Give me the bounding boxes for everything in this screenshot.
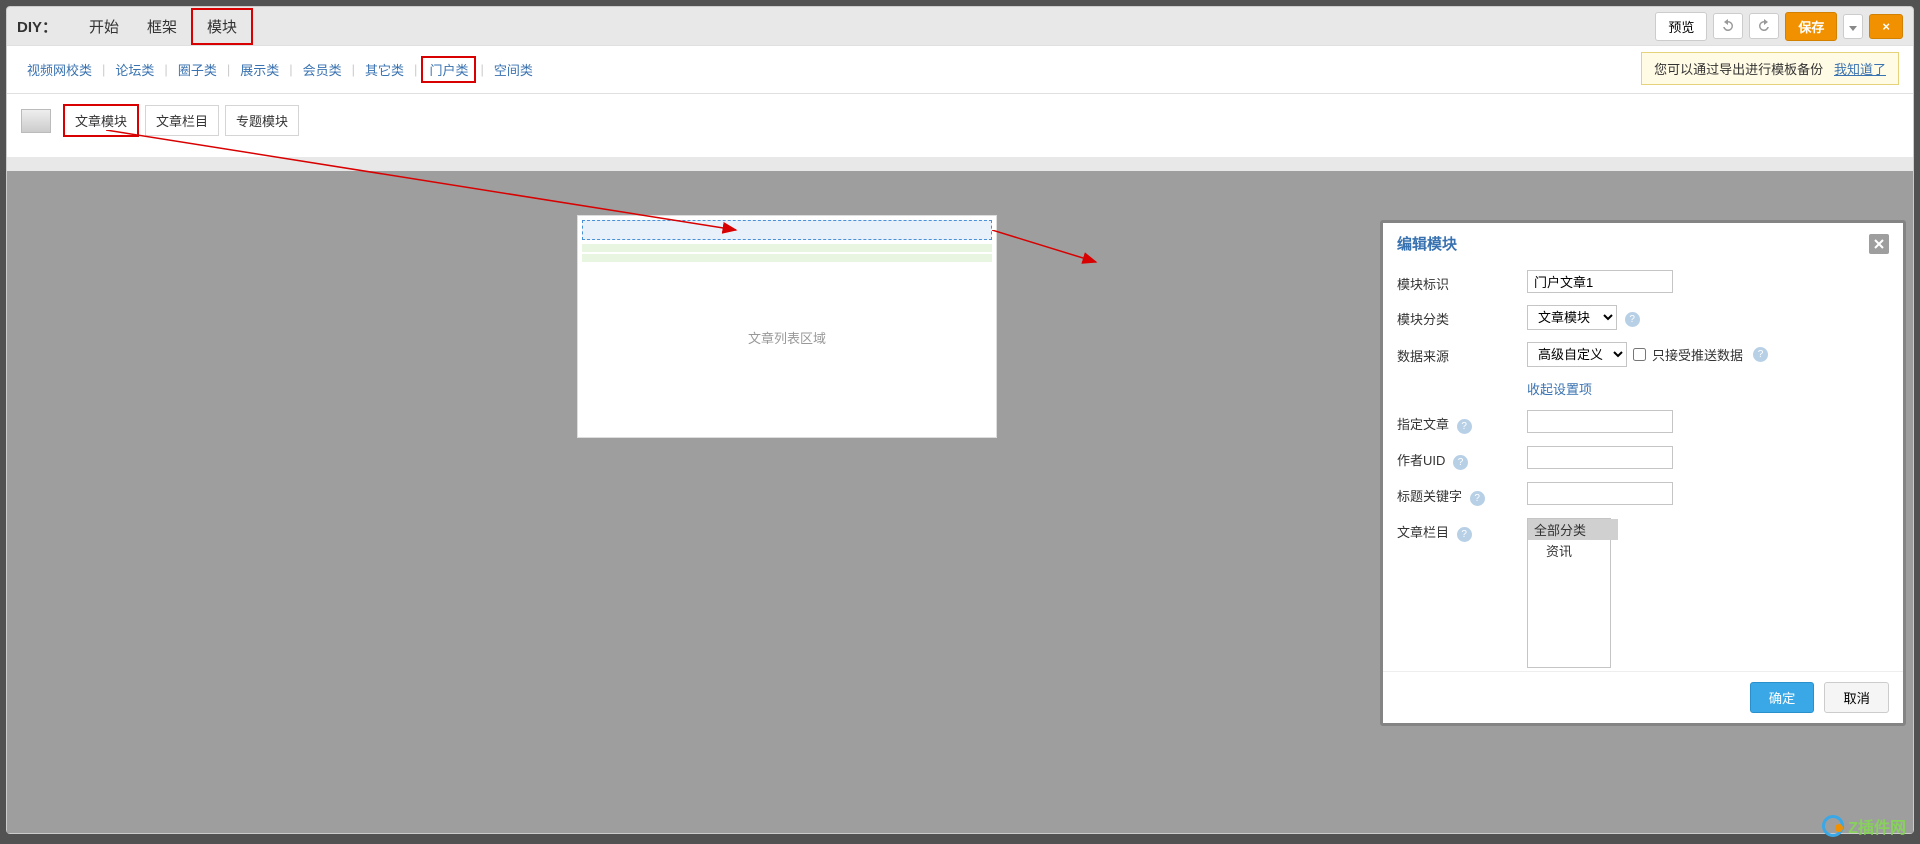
help-icon[interactable]: ? <box>1470 491 1485 506</box>
redo-button[interactable] <box>1749 13 1779 39</box>
toolbar-right: 预览 保存 × <box>1655 12 1903 41</box>
undo-button[interactable] <box>1713 13 1743 39</box>
submodule-article-column[interactable]: 文章栏目 <box>145 105 219 136</box>
cat-space[interactable]: 空间类 <box>488 58 539 81</box>
label-specify-article: 指定文章 ? <box>1397 410 1527 434</box>
cat-forum[interactable]: 论坛类 <box>109 58 160 81</box>
dialog-footer: 确定 取消 <box>1383 671 1903 723</box>
listbox-article-column[interactable]: 全部分类 资讯 <box>1527 518 1611 668</box>
dialog-ok-button[interactable]: 确定 <box>1750 682 1815 713</box>
close-button[interactable]: × <box>1869 14 1903 39</box>
submodule-special[interactable]: 专题模块 <box>225 105 299 136</box>
help-icon[interactable]: ? <box>1625 312 1640 327</box>
diy-label: DIY： <box>17 16 57 37</box>
submodule-article[interactable]: 文章模块 <box>63 104 139 137</box>
preview-button[interactable]: 预览 <box>1655 12 1707 41</box>
label-title-keyword: 标题关键字 ? <box>1397 482 1527 506</box>
input-module-id[interactable] <box>1527 270 1673 293</box>
cat-other[interactable]: 其它类 <box>359 58 410 81</box>
cat-video-school[interactable]: 视频网校类 <box>21 58 98 81</box>
select-module-cat[interactable]: 文章模块 <box>1527 305 1617 330</box>
drop-region[interactable]: 文章列表区域 <box>577 215 997 438</box>
undo-icon <box>1721 19 1735 33</box>
dialog-cancel-button[interactable]: 取消 <box>1824 682 1889 713</box>
chevron-down-icon <box>1849 26 1857 31</box>
drop-body-label: 文章列表区域 <box>578 264 996 437</box>
label-module-id: 模块标识 <box>1397 270 1527 293</box>
dialog-body: 模块标识 模块分类 文章模块 ? 数据来源 高级自定义 只接受推送数据 ? <box>1383 264 1903 671</box>
dialog-close-button[interactable] <box>1869 234 1889 254</box>
label-author-uid: 作者UID ? <box>1397 446 1527 470</box>
drop-bar-2 <box>582 254 992 262</box>
input-author-uid[interactable] <box>1527 446 1673 469</box>
cat-circle[interactable]: 圈子类 <box>172 58 223 81</box>
cat-display[interactable]: 展示类 <box>234 58 285 81</box>
watermark: Z插件网 <box>1822 814 1906 838</box>
help-icon[interactable]: ? <box>1753 347 1768 362</box>
save-button[interactable]: 保存 <box>1785 12 1837 41</box>
checkbox-push-only[interactable] <box>1633 348 1646 361</box>
label-data-source: 数据来源 <box>1397 342 1527 365</box>
label-article-column: 文章栏目 ? <box>1397 518 1527 542</box>
save-dropdown[interactable] <box>1843 14 1863 39</box>
input-specify-article[interactable] <box>1527 410 1673 433</box>
tab-module[interactable]: 模块 <box>191 8 253 45</box>
help-icon[interactable]: ? <box>1457 527 1472 542</box>
dialog-title: 编辑模块 <box>1397 233 1457 254</box>
category-bar: 视频网校类| 论坛类| 圈子类| 展示类| 会员类| 其它类| 门户类| 空间类… <box>7 45 1913 94</box>
backup-tip-text: 您可以通过导出进行模板备份 <box>1654 62 1823 77</box>
tab-frame[interactable]: 框架 <box>133 10 191 43</box>
watermark-text: Z插件网 <box>1848 814 1906 838</box>
drop-bar-1 <box>582 244 992 252</box>
checkbox-push-only-label: 只接受推送数据 <box>1652 345 1743 364</box>
dialog-header: 编辑模块 <box>1383 223 1903 264</box>
cat-portal[interactable]: 门户类 <box>421 56 476 83</box>
backup-tip-link[interactable]: 我知道了 <box>1834 62 1886 77</box>
redo-icon <box>1757 19 1771 33</box>
listbox-option-news[interactable]: 资讯 <box>1528 540 1610 561</box>
module-type-icon <box>21 109 51 133</box>
drop-header-placeholder[interactable] <box>582 220 992 240</box>
select-data-source[interactable]: 高级自定义 <box>1527 342 1627 367</box>
tab-start[interactable]: 开始 <box>75 10 133 43</box>
label-module-cat: 模块分类 <box>1397 305 1527 328</box>
edit-module-dialog: 编辑模块 模块标识 模块分类 文章模块 ? 数据来源 高级自定义 <box>1380 220 1906 726</box>
cat-member[interactable]: 会员类 <box>297 58 348 81</box>
help-icon[interactable]: ? <box>1453 455 1468 470</box>
listbox-option-all[interactable]: 全部分类 <box>1528 519 1618 540</box>
backup-tip: 您可以通过导出进行模板备份 我知道了 <box>1641 52 1899 85</box>
watermark-icon <box>1822 815 1844 837</box>
submodule-row: 文章模块 文章栏目 专题模块 <box>7 94 1913 157</box>
help-icon[interactable]: ? <box>1457 419 1472 434</box>
main-toolbar: DIY： 开始 框架 模块 预览 保存 × <box>7 7 1913 45</box>
input-title-keyword[interactable] <box>1527 482 1673 505</box>
close-icon <box>1874 239 1884 249</box>
collapse-settings-link[interactable]: 收起设置项 <box>1527 382 1592 397</box>
